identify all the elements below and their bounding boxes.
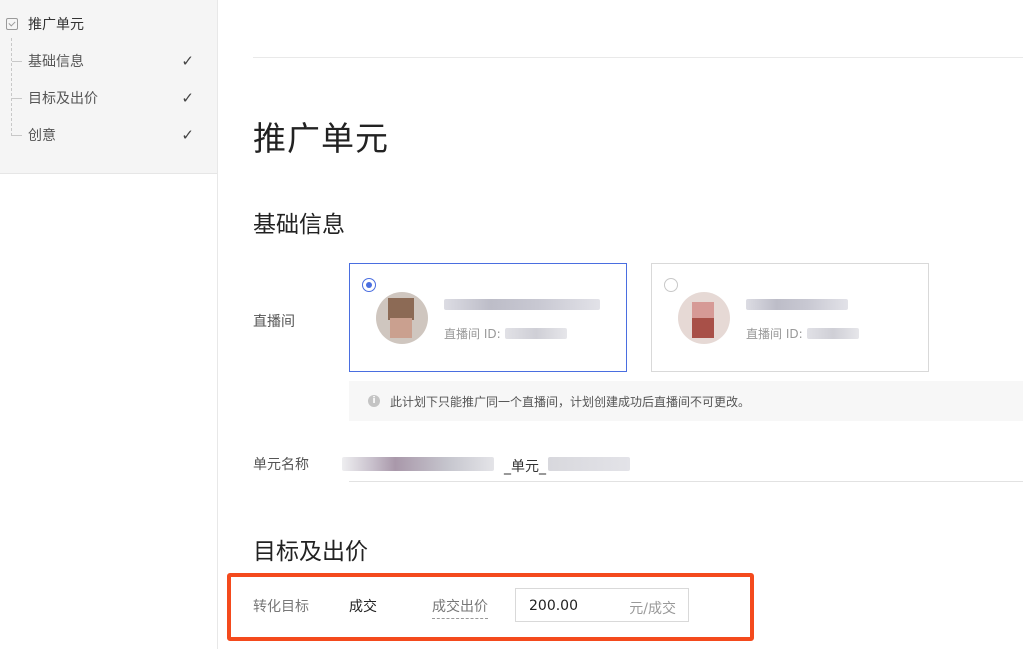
sidebar-root-label: 推广单元	[28, 17, 84, 33]
live-room-name-blurred	[444, 299, 600, 310]
live-room-notice: i 此计划下只能推广同一个直播间，计划创建成功后直播间不可更改。	[349, 381, 1023, 421]
conversion-target-label: 转化目标	[253, 599, 309, 615]
bid-input[interactable]: 200.00 元/成交	[515, 588, 689, 622]
info-icon: i	[368, 395, 380, 407]
unit-name-label: 单元名称	[253, 457, 309, 473]
bid-label: 成交出价	[432, 596, 488, 619]
sidebar-item-target-bid[interactable]: 目标及出价 ✓	[12, 88, 202, 108]
sidebar-root-item[interactable]: 推广单元	[6, 14, 84, 34]
avatar	[678, 292, 730, 344]
sidebar-item-label: 基础信息	[28, 54, 84, 70]
check-icon: ✓	[181, 126, 194, 144]
sidebar-item-label: 目标及出价	[28, 91, 98, 107]
bid-value: 200.00	[529, 598, 578, 614]
live-room-id: 直播间 ID:	[746, 325, 859, 342]
sidebar-item-creative[interactable]: 创意 ✓	[12, 125, 202, 145]
unit-name-value: _单元_	[504, 459, 546, 475]
check-icon: ✓	[181, 89, 194, 107]
unit-name-input[interactable]: _单元_	[342, 447, 1023, 482]
sidebar-divider	[217, 0, 218, 649]
live-room-id: 直播间 ID:	[444, 325, 567, 342]
sidebar-item-label: 创意	[28, 128, 56, 144]
radio-unselected[interactable]	[664, 278, 678, 292]
unit-icon	[6, 18, 18, 30]
divider	[253, 57, 1023, 58]
sidebar: 推广单元 基础信息 ✓ 目标及出价 ✓ 创意 ✓	[0, 0, 217, 174]
notice-text: 此计划下只能推广同一个直播间，计划创建成功后直播间不可更改。	[390, 394, 751, 409]
section-title-basic-info: 基础信息	[253, 212, 345, 238]
live-room-label: 直播间	[253, 314, 295, 330]
page-title: 推广单元	[253, 119, 389, 158]
bid-unit: 元/成交	[629, 601, 676, 617]
avatar	[376, 292, 428, 344]
section-title-target-bid: 目标及出价	[253, 539, 368, 565]
live-room-card-1[interactable]: 直播间 ID:	[349, 263, 627, 372]
conversion-target-value: 成交	[349, 599, 377, 615]
live-room-card-2[interactable]: 直播间 ID:	[651, 263, 929, 372]
check-icon: ✓	[181, 52, 194, 70]
radio-selected[interactable]	[362, 278, 376, 292]
live-room-name-blurred	[746, 299, 848, 310]
sidebar-item-basic-info[interactable]: 基础信息 ✓	[12, 51, 202, 71]
